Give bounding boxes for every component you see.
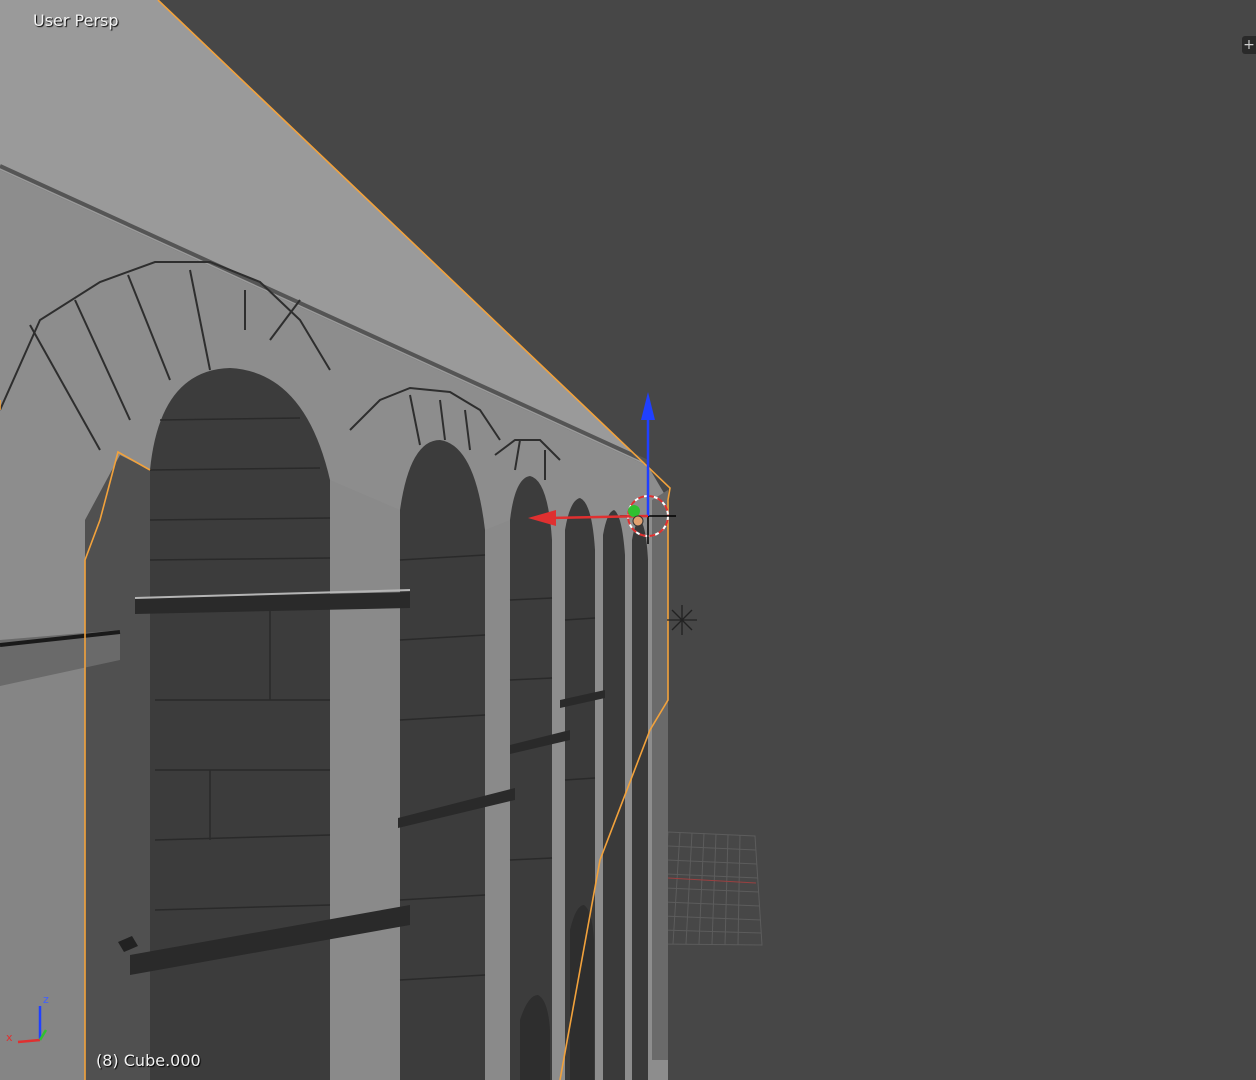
lamp-icon[interactable] [667, 605, 697, 635]
arch-5[interactable] [603, 510, 625, 1080]
z-arrow-icon[interactable] [641, 392, 655, 420]
axis-z-label: z [43, 993, 49, 1006]
aqueduct-mesh[interactable] [0, 0, 671, 1080]
floor-grid [659, 831, 763, 946]
view-label: User Persp [33, 11, 119, 30]
object-info-label: (8) Cube.000 [96, 1051, 201, 1070]
axis-x-label: x [6, 1031, 13, 1044]
arch-2[interactable] [400, 440, 485, 1080]
arch-1[interactable] [150, 368, 330, 1080]
pillar-2[interactable] [330, 480, 400, 1080]
plus-icon[interactable]: + [1242, 36, 1256, 54]
y-axis-handle[interactable] [628, 505, 640, 517]
scene-render: z x [0, 0, 763, 1080]
arch-6[interactable] [632, 520, 648, 1080]
3d-viewport[interactable]: z x User Persp (8) Cube.000 + [0, 0, 1256, 1080]
arch-3[interactable] [510, 476, 552, 1080]
